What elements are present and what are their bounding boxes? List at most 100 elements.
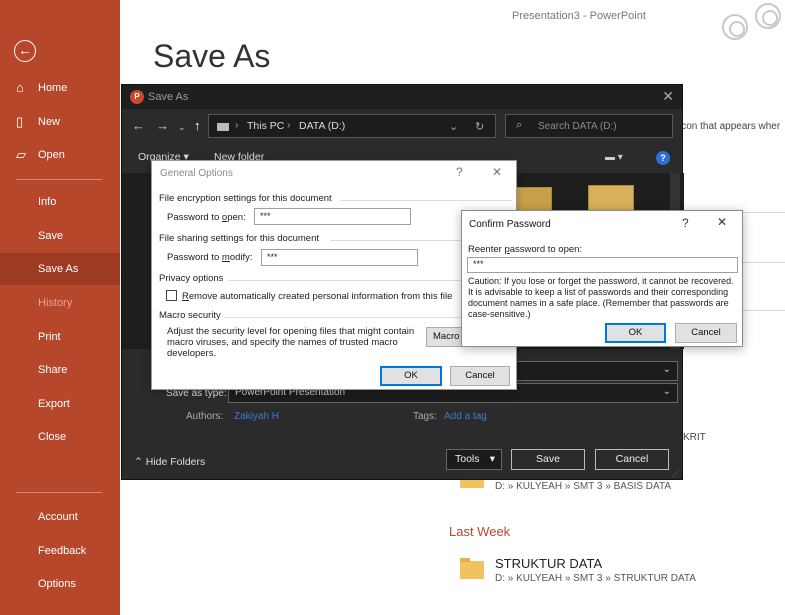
help-icon[interactable]: ? [456, 165, 463, 179]
rail-item-label: Account [38, 511, 78, 523]
breadcrumb-item[interactable]: DATA (D:) [299, 120, 345, 132]
save-button[interactable]: Save [511, 449, 585, 470]
resize-grip-icon[interactable]: ⋰ [672, 469, 680, 478]
rail-item-label: Share [38, 364, 68, 376]
chevron-up-icon: ⌃ [134, 456, 143, 468]
rail-item-label: Open [38, 149, 65, 161]
folder-icon [460, 558, 484, 579]
close-icon[interactable]: ✕ [662, 88, 674, 105]
label-part: Password to [167, 212, 222, 223]
search-icon: ⌕ [516, 119, 523, 131]
recent-item-path[interactable]: D: » KULYEAH » SMT 3 » STRUKTUR DATA [495, 573, 696, 584]
forward-icon[interactable]: → [156, 118, 169, 133]
rail-item-label: Export [38, 398, 70, 410]
rail-item-label: Save As [38, 263, 79, 275]
remove-personal-info-checkbox[interactable] [166, 290, 177, 301]
rail-item-close[interactable]: Close [0, 421, 120, 453]
recent-item-name[interactable]: STRUKTUR DATA [495, 556, 602, 571]
chevron-down-icon: ▾ [489, 453, 495, 465]
dialog-titlebar: P Save As ✕ [122, 85, 682, 109]
address-bar[interactable]: › This PC › DATA (D:) ⌄ ↻ [208, 114, 496, 138]
up-icon[interactable]: ↑ [194, 118, 201, 133]
label-part: Password to [167, 252, 222, 263]
divider [340, 200, 512, 201]
rail-item-label: Print [38, 331, 61, 343]
rail-item-label: Close [38, 431, 67, 443]
chevron-down-icon: ⌄ [662, 364, 671, 375]
refresh-icon[interactable]: ↻ [475, 120, 484, 133]
open-folder-icon: ▱ [16, 147, 26, 162]
close-icon[interactable]: ✕ [492, 165, 502, 179]
ok-button[interactable]: OK [605, 323, 666, 343]
dialog-title: Confirm Password [469, 219, 551, 230]
macro-description: Adjust the security level for opening fi… [167, 326, 415, 359]
rail-item-label: History [38, 297, 73, 309]
dialog-title: General Options [160, 168, 233, 179]
recent-item-text[interactable]: KRIT [683, 432, 706, 443]
rail-item-label: Home [38, 82, 68, 94]
help-icon[interactable]: ? [656, 151, 670, 165]
password-modify-label: Password to modify: [167, 252, 253, 263]
rail-item-history: History [0, 287, 120, 319]
recent-locations-icon[interactable]: ⌄ [178, 122, 186, 133]
chevron-down-icon[interactable]: ⌄ [449, 120, 458, 133]
rail-item-options[interactable]: Options [0, 568, 120, 600]
hide-folders-label: Hide Folders [145, 456, 206, 468]
reenter-password-label: Reenter password to open: [468, 244, 582, 255]
reenter-password-input[interactable]: *** [467, 257, 738, 273]
new-doc-icon: ▯ [16, 114, 24, 129]
cancel-button[interactable]: Cancel [450, 366, 510, 386]
window-title: Presentation3 - PowerPoint [512, 10, 646, 22]
rail-item-home[interactable]: ⌂ Home [0, 72, 120, 104]
password-modify-input[interactable]: *** [261, 249, 418, 266]
breadcrumb-item[interactable]: This PC [247, 120, 284, 132]
tags-value[interactable]: Add a tag [444, 411, 487, 422]
drive-icon [217, 123, 229, 131]
recent-item-path[interactable]: D: » KULYEAH » SMT 3 » BASIS DATA [495, 481, 671, 492]
hide-folders-button[interactable]: ⌃ Hide Folders [134, 456, 205, 468]
rail-item-print[interactable]: Print [0, 321, 120, 353]
back-arrow-icon[interactable]: ← [14, 40, 36, 62]
rail-item-label: Feedback [38, 545, 87, 557]
rail-item-account[interactable]: Account [0, 501, 120, 533]
rail-divider [16, 492, 102, 493]
label-part: pen: [227, 212, 246, 223]
rail-item-feedback[interactable]: Feedback [0, 535, 120, 567]
remove-personal-info-label[interactable]: Remove automatically created personal in… [182, 291, 452, 302]
rail-item-export[interactable]: Export [0, 388, 120, 420]
label-part: Reenter [468, 244, 505, 255]
chevron-right-icon: › [235, 120, 239, 131]
rail-item-new[interactable]: ▯ New [0, 106, 120, 138]
password-open-label: Password to open: [167, 212, 246, 223]
rail-item-open[interactable]: ▱ Open [0, 139, 120, 171]
decor-swirl-icon [722, 14, 748, 40]
cancel-button[interactable]: Cancel [595, 449, 669, 470]
page-title: Save As [153, 38, 271, 74]
group-heading-last-week: Last Week [449, 524, 511, 539]
ok-button[interactable]: OK [380, 366, 442, 386]
search-input[interactable]: ⌕ Search DATA (D:) [505, 114, 673, 138]
cancel-button[interactable]: Cancel [675, 323, 737, 343]
rail-item-save[interactable]: Save [0, 220, 120, 252]
section-encryption: File encryption settings for this docume… [159, 193, 332, 204]
tools-button[interactable]: Tools ▾ [446, 449, 502, 470]
rail-item-info[interactable]: Info [0, 186, 120, 218]
search-placeholder: Search DATA (D:) [538, 121, 617, 132]
view-options-icon[interactable]: ▬ ▾ [605, 152, 629, 163]
label-part: assword to open: [509, 244, 583, 255]
label-part: emove automatically created personal inf… [188, 291, 453, 302]
close-icon[interactable]: ✕ [717, 215, 727, 229]
rail-item-share[interactable]: Share [0, 354, 120, 386]
rail-item-save-as[interactable]: Save As [0, 253, 120, 285]
rail-item-label: New [38, 116, 61, 128]
rail-item-label: Save [38, 230, 64, 242]
password-open-input[interactable]: *** [254, 208, 411, 225]
label-part: m [221, 252, 230, 263]
back-icon[interactable]: ← [132, 118, 145, 133]
chevron-right-icon: › [287, 120, 291, 131]
decor-swirl-icon [755, 3, 781, 29]
authors-value[interactable]: Zakiyah H [234, 411, 279, 422]
tags-label: Tags: [413, 411, 437, 422]
caution-text: Caution: If you lose or forget the passw… [468, 276, 734, 319]
help-icon[interactable]: ? [682, 216, 689, 230]
